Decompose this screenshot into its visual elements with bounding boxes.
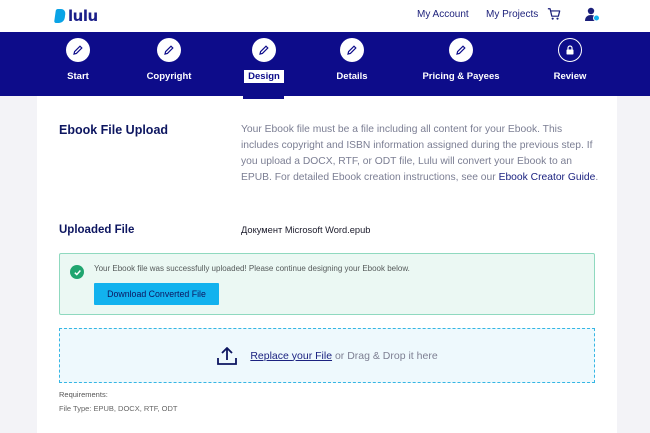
ebook-creator-guide-link[interactable]: Ebook Creator Guide bbox=[499, 172, 596, 183]
step-copyright[interactable]: Copyright bbox=[124, 38, 214, 84]
upload-description: Your Ebook file must be a file including… bbox=[241, 122, 601, 186]
pencil-icon bbox=[73, 45, 83, 55]
upload-success-panel: Your Ebook file was successfully uploade… bbox=[59, 253, 595, 315]
step-label: Review bbox=[553, 71, 587, 82]
drag-drop-text: or Drag & Drop it here bbox=[332, 349, 438, 362]
step-pricing-payees[interactable]: Pricing & Payees bbox=[416, 38, 506, 84]
logo-text: lulu bbox=[68, 7, 98, 25]
step-circle bbox=[558, 38, 582, 62]
file-dropzone[interactable]: Replace your File or Drag & Drop it here bbox=[59, 328, 595, 383]
step-design[interactable]: Design bbox=[219, 38, 309, 84]
step-navigation: Start Copyright Design Details Pricing &… bbox=[0, 32, 650, 96]
step-circle bbox=[449, 38, 473, 62]
download-converted-file-button[interactable]: Download Converted File bbox=[94, 283, 219, 305]
step-label: Design bbox=[244, 70, 284, 83]
success-message: Your Ebook file was successfully uploade… bbox=[94, 264, 410, 273]
lock-icon bbox=[566, 45, 574, 55]
pencil-icon bbox=[347, 45, 357, 55]
pencil-icon bbox=[164, 45, 174, 55]
account-icon[interactable] bbox=[584, 6, 600, 22]
upload-icon bbox=[217, 346, 238, 365]
pencil-icon bbox=[259, 45, 269, 55]
step-label: Start bbox=[67, 71, 89, 82]
dropzone-text: Replace your File or Drag & Drop it here bbox=[250, 350, 437, 362]
uploaded-file-title: Uploaded File bbox=[59, 224, 135, 236]
requirements-file-types: File Type: EPUB, DOCX, RTF, ODT bbox=[59, 404, 178, 413]
step-circle bbox=[66, 38, 90, 62]
step-review[interactable]: Review bbox=[525, 38, 615, 84]
step-label: Pricing & Payees bbox=[422, 71, 500, 82]
uploaded-filename: Документ Microsoft Word.epub bbox=[241, 225, 371, 235]
top-bar: lulu My Account My Projects bbox=[0, 0, 650, 32]
ebook-upload-title: Ebook File Upload bbox=[59, 123, 169, 137]
step-label: Copyright bbox=[146, 71, 192, 82]
description-period: . bbox=[595, 172, 599, 183]
lulu-logo[interactable]: lulu bbox=[54, 7, 98, 25]
step-circle bbox=[252, 38, 276, 62]
pencil-icon bbox=[456, 45, 466, 55]
step-label: Details bbox=[336, 71, 368, 82]
check-icon bbox=[70, 265, 84, 279]
requirements-title: Requirements: bbox=[59, 390, 108, 399]
logo-mark bbox=[54, 9, 66, 23]
my-account-link[interactable]: My Account bbox=[417, 9, 469, 20]
step-details[interactable]: Details bbox=[307, 38, 397, 84]
replace-file-link[interactable]: Replace your File bbox=[250, 350, 332, 362]
active-step-indicator bbox=[243, 96, 284, 99]
my-projects-link[interactable]: My Projects bbox=[486, 9, 538, 20]
cart-icon[interactable] bbox=[547, 7, 561, 21]
step-start[interactable]: Start bbox=[33, 38, 123, 84]
step-circle bbox=[157, 38, 181, 62]
step-circle bbox=[340, 38, 364, 62]
